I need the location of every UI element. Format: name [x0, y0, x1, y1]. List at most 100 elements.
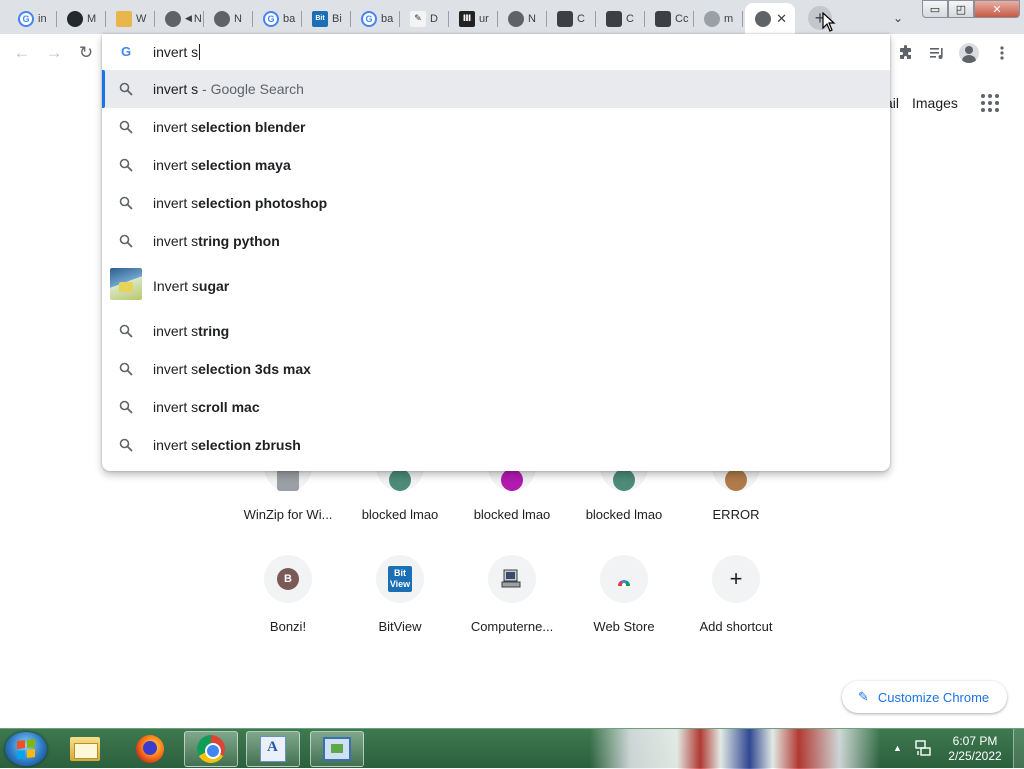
- taskbar-explorer[interactable]: [58, 731, 112, 767]
- taskbar-chrome[interactable]: [184, 731, 238, 767]
- tab[interactable]: G ba: [253, 3, 302, 34]
- reload-button[interactable]: ↻: [73, 40, 99, 66]
- extensions-button[interactable]: [893, 40, 919, 66]
- media-controls-button[interactable]: [924, 40, 950, 66]
- show-hidden-icons-button[interactable]: ▲: [893, 743, 902, 753]
- taskbar-wordpad[interactable]: [246, 731, 300, 767]
- google-apps-icon[interactable]: [981, 94, 999, 112]
- wallpaper-peek: [590, 729, 880, 769]
- suggestion-item[interactable]: invert string: [102, 312, 890, 350]
- start-button[interactable]: [5, 732, 47, 766]
- pencil-icon: ✎: [858, 689, 869, 704]
- google-icon: G: [263, 10, 279, 27]
- tab-strip: G in M W ◀ N N G ba Bit Bi G ba ✎ D Ⅲ ur…: [0, 0, 1024, 34]
- shortcut-tile[interactable]: Bit View BitView: [344, 555, 456, 634]
- suggestion-item[interactable]: invert scroll mac: [102, 388, 890, 426]
- tab-title: in: [38, 12, 47, 25]
- tab[interactable]: ◀ N: [155, 3, 204, 34]
- suggestion-completion: tring: [198, 323, 230, 339]
- taskbar-remote-desktop[interactable]: [310, 731, 364, 767]
- suggestion-prefix: invert s: [153, 437, 199, 453]
- suggestion-item[interactable]: invert selection maya: [102, 146, 890, 184]
- suggestion-prefix: invert s: [153, 399, 199, 415]
- tab[interactable]: Bit Bi: [302, 3, 351, 34]
- suggestion-entity[interactable]: Invert sugar: [102, 260, 890, 312]
- windows-logo-icon: [17, 739, 35, 759]
- tab[interactable]: M: [57, 3, 106, 34]
- github-icon: [67, 10, 83, 27]
- avatar-icon: [959, 43, 979, 63]
- close-tab-icon[interactable]: ✕: [776, 11, 787, 27]
- speaker-icon: [165, 10, 181, 27]
- tab[interactable]: Ⅲ ur: [449, 3, 498, 34]
- suggestion-completion: tring python: [198, 233, 280, 249]
- customize-chrome-label: Customize Chrome: [877, 689, 990, 705]
- system-clock[interactable]: 6:07 PM 2/25/2022: [944, 734, 1006, 764]
- suggestion-item[interactable]: invert selection zbrush: [102, 426, 890, 464]
- tab-title: ba: [381, 12, 394, 25]
- tab-active[interactable]: ✕: [745, 3, 795, 34]
- maximize-button[interactable]: ◰: [948, 0, 974, 18]
- suggestion-text: invert selection maya: [153, 157, 291, 173]
- shortcut-label: ERROR: [712, 507, 760, 522]
- shortcut-tile[interactable]: Computerne...: [456, 555, 568, 634]
- tab[interactable]: C: [547, 3, 596, 34]
- shortcut-icon-circle: B: [264, 555, 312, 603]
- suggestion-item[interactable]: invert selection blender: [102, 108, 890, 146]
- show-desktop-button[interactable]: [1013, 729, 1024, 769]
- suggestion-item[interactable]: invert selection 3ds max: [102, 350, 890, 388]
- tab[interactable]: Cc: [645, 3, 694, 34]
- tab[interactable]: C: [596, 3, 645, 34]
- profile-button[interactable]: [956, 40, 982, 66]
- taskbar-firefox[interactable]: [123, 731, 177, 767]
- google-icon: G: [361, 10, 377, 27]
- close-window-button[interactable]: ✕: [974, 0, 1020, 18]
- tab-search-button[interactable]: ⌄: [888, 8, 908, 28]
- suggestion-completion: election photoshop: [198, 195, 328, 211]
- puzzle-icon: [900, 45, 911, 59]
- add-shortcut-tile[interactable]: + Add shortcut: [680, 555, 792, 634]
- shortcut-tile[interactable]: B Bonzi!: [232, 555, 344, 634]
- suggestion-prefix: invert s: [153, 361, 199, 377]
- omnibox[interactable]: G invert s: [102, 34, 890, 71]
- customize-chrome-button[interactable]: ✎ Customize Chrome: [842, 681, 1007, 713]
- suggestion-text: invert selection blender: [153, 119, 305, 135]
- suggestion-item[interactable]: invert string python: [102, 222, 890, 260]
- tab[interactable]: N: [498, 3, 547, 34]
- shortcut-label: WinZip for Wi...: [243, 507, 333, 522]
- minimize-button[interactable]: ▭: [922, 0, 948, 18]
- tab[interactable]: W: [106, 3, 155, 34]
- suggestion-item[interactable]: invert selection photoshop: [102, 184, 890, 222]
- suggestion-prefix: invert s: [153, 195, 199, 211]
- shortcut-tile[interactable]: Web Store: [568, 555, 680, 634]
- omnibox-input[interactable]: invert s: [153, 44, 201, 60]
- globe-icon: [214, 10, 230, 27]
- suggestion-item[interactable]: invert s - Google Search: [102, 70, 890, 108]
- tab[interactable]: m: [694, 3, 743, 34]
- tab-title: Bi: [332, 12, 342, 25]
- tab[interactable]: N: [204, 3, 253, 34]
- text-caret: [199, 44, 201, 60]
- winzip-icon: [277, 469, 299, 491]
- chrome-icon: [755, 10, 771, 27]
- tab-title: Cc: [675, 12, 689, 25]
- menu-button[interactable]: [989, 40, 1015, 66]
- images-link[interactable]: Images: [912, 95, 958, 111]
- tab-title: ur: [479, 12, 489, 25]
- google-icon: G: [120, 44, 132, 59]
- forward-button[interactable]: →: [41, 40, 67, 66]
- search-icon: [119, 120, 133, 134]
- shortcut-label: Computerne...: [470, 619, 554, 634]
- network-icon[interactable]: [914, 739, 932, 757]
- shortcut-label: blocked lmao: [361, 507, 439, 522]
- back-button[interactable]: ←: [9, 40, 35, 66]
- site-icon: [501, 469, 523, 491]
- suggestion-completion: croll mac: [198, 399, 260, 415]
- suggestion-text: invert selection 3ds max: [153, 361, 311, 377]
- tab[interactable]: G ba: [351, 3, 400, 34]
- suggestion-text: invert selection photoshop: [153, 195, 327, 211]
- tab[interactable]: G in: [8, 3, 57, 34]
- suggestion-prefix: Invert s: [153, 278, 199, 294]
- suggestion-prefix: invert s: [153, 119, 199, 135]
- tab[interactable]: ✎ D: [400, 3, 449, 34]
